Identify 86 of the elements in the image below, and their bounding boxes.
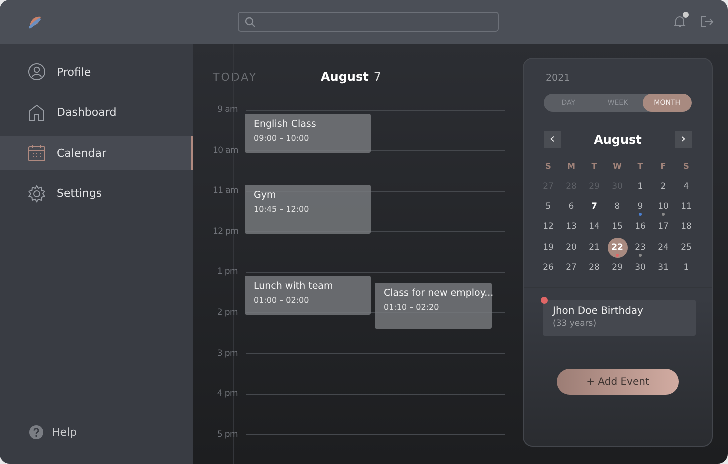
calendar-day[interactable]: 1	[676, 258, 696, 278]
calendar-day[interactable]: 20	[562, 238, 582, 258]
event-card[interactable]: English Class 09:00 – 10:00	[245, 114, 371, 153]
calendar-day[interactable]: 31	[654, 258, 674, 278]
day-number: 7	[374, 70, 382, 84]
weekday-label: T	[638, 162, 644, 171]
calendar-day[interactable]: 7	[584, 196, 604, 217]
calendar-day[interactable]: 9	[630, 196, 650, 217]
event-title: Class for new employ...	[384, 288, 494, 300]
reminder-title: Jhon Doe Birthday	[553, 306, 644, 318]
sidebar-item[interactable]: Profile	[0, 55, 193, 89]
sidebar-item[interactable]: Calendar	[0, 136, 193, 170]
weekday-label: W	[613, 162, 622, 171]
calendar-day[interactable]: 30	[630, 258, 650, 278]
hour-label: 2 pm	[216, 308, 238, 318]
event-time: 01:00 – 02:00	[254, 296, 310, 306]
hour-label: 10 am	[213, 146, 238, 156]
event-card[interactable]: Gym 10:45 – 12:00	[245, 185, 371, 234]
logo-icon	[28, 14, 42, 30]
add-event-button[interactable]: + Add Event	[557, 369, 679, 396]
weekday-label: T	[592, 162, 598, 171]
weekday-label: S	[684, 162, 690, 171]
search-icon	[245, 16, 256, 28]
exit-icon	[700, 15, 714, 29]
month-title: August	[594, 132, 642, 146]
next-month-button[interactable]: ›	[675, 131, 692, 148]
year-label: 2021	[546, 73, 570, 84]
settings-icon	[28, 184, 46, 202]
logout-icon[interactable]	[700, 15, 714, 29]
hour-label: 9 am	[216, 105, 238, 115]
house-icon	[28, 104, 46, 122]
reminder-detail: (33 years)	[553, 319, 597, 330]
weekday-label: S	[546, 162, 552, 171]
user-icon	[28, 63, 46, 81]
event-title: English Class	[254, 119, 316, 130]
calendar-day[interactable]: 11	[676, 196, 696, 217]
calendar-day[interactable]: 28	[584, 258, 604, 278]
hour-label: 11 am	[213, 186, 238, 196]
reminder-card[interactable]: Jhon Doe Birthday (33 years)	[543, 300, 696, 336]
notification-icon[interactable]	[674, 15, 686, 29]
calendar-day[interactable]: 26	[538, 258, 558, 278]
calendar-day[interactable]: 24	[654, 238, 674, 258]
previous-month-button[interactable]: ‹	[544, 131, 561, 148]
calendar-day[interactable]: 21	[584, 238, 604, 258]
event-title: Lunch with team	[254, 281, 334, 292]
event-time: 09:00 – 10:00	[254, 134, 310, 143]
event-title: Gym	[254, 190, 276, 202]
calendar-day[interactable]: 29	[608, 258, 628, 278]
calendar-day[interactable]: 10	[654, 196, 674, 217]
calendar-day[interactable]: 16	[630, 217, 650, 238]
hour-label: 5 pm	[216, 430, 238, 440]
help-link[interactable]: Help	[0, 425, 193, 440]
calendar-icon	[28, 144, 46, 162]
calendar-day[interactable]: 15	[608, 217, 628, 238]
hour-label: 3 pm	[216, 348, 238, 359]
bell-icon	[674, 15, 686, 29]
calendar-day[interactable]: 17	[654, 217, 674, 238]
calendar-day[interactable]: 8	[608, 196, 628, 217]
calendar-day[interactable]: 23	[630, 238, 650, 258]
calendar-day[interactable]: 27	[562, 258, 582, 278]
calendar-day[interactable]: 5	[538, 196, 558, 217]
calendar-day[interactable]: 13	[562, 217, 582, 238]
sidebar-item[interactable]: Dashboard	[0, 96, 193, 130]
sidebar-item[interactable]: Settings	[0, 176, 193, 210]
event-time: 10:45 – 12:00	[254, 205, 310, 214]
calendar-day[interactable]: 22	[608, 238, 628, 258]
month-label: August	[321, 70, 369, 84]
calendar-day[interactable]: 1	[630, 176, 650, 197]
weekday-label: M	[568, 162, 576, 171]
event-time: 01:10 – 02:20	[384, 303, 440, 312]
event-card[interactable]: Class for new employ... 01:10 – 02:20	[375, 283, 492, 329]
event-card[interactable]: Lunch with team 01:00 – 02:00	[245, 276, 371, 315]
calendar-day[interactable]: 2	[654, 176, 674, 197]
hour-label: 1 pm	[216, 267, 238, 278]
weekday-label: F	[660, 162, 666, 171]
calendar-day[interactable]: 4	[676, 176, 696, 197]
search-field[interactable]	[238, 12, 499, 32]
calendar-day[interactable]: 18	[676, 217, 696, 238]
calendar-day[interactable]: 19	[538, 238, 558, 258]
help-icon	[29, 425, 44, 440]
calendar-day[interactable]: 6	[562, 196, 582, 217]
calendar-day[interactable]: 14	[584, 217, 604, 238]
hour-label: 12 pm	[213, 226, 238, 237]
calendar-day[interactable]: 12	[538, 217, 558, 238]
calendar-day[interactable]: 25	[676, 238, 696, 258]
hour-label: 4 pm	[216, 389, 238, 400]
